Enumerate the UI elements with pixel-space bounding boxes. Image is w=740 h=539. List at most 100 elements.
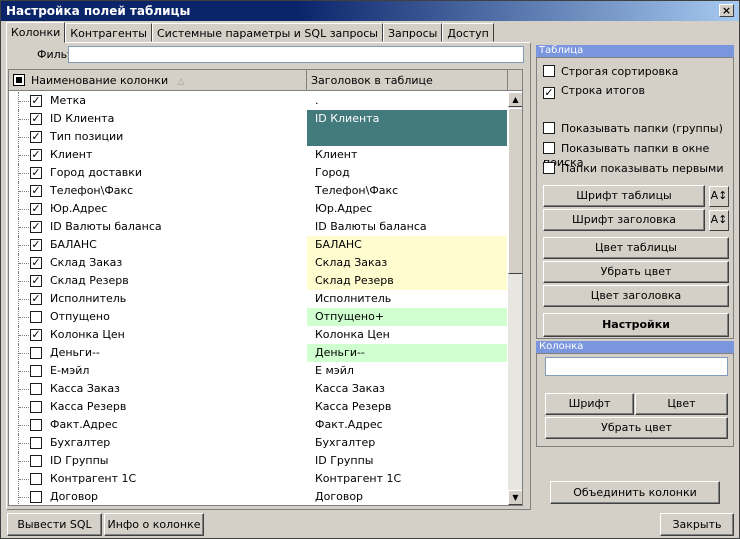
column-name-field[interactable] [545, 357, 728, 376]
table-row[interactable]: ✓ ID Валюты баланса ID Валюты баланса [9, 218, 507, 236]
row-checkbox[interactable] [30, 419, 42, 431]
table-row[interactable]: Бухгалтер Бухгалтер [9, 434, 507, 452]
column-header-caption[interactable]: ID Группы [307, 452, 507, 470]
merge-columns-button[interactable]: Объединить колонки [550, 481, 720, 504]
row-checkbox[interactable]: ✓ [30, 221, 42, 233]
row-checkbox[interactable] [30, 401, 42, 413]
table-color-button[interactable]: Цвет таблицы [543, 237, 729, 259]
table-row[interactable]: Касса Резерв Касса Резерв [9, 398, 507, 416]
row-checkbox[interactable] [30, 491, 42, 503]
column-info-button[interactable]: Инфо о колонке [104, 513, 204, 536]
table-row[interactable]: Факт.Адрес Факт.Адрес [9, 416, 507, 434]
scroll-thumb[interactable] [508, 108, 522, 274]
column-header-caption[interactable]: . [307, 92, 507, 110]
table-row[interactable]: ✓ Юр.Адрес Юр.Адрес [9, 200, 507, 218]
row-checkbox[interactable]: ✓ [30, 95, 42, 107]
table-row[interactable]: Отпущено Отпущено+ [9, 308, 507, 326]
column-header-caption[interactable]: Склад Заказ [307, 254, 507, 272]
table-header-header[interactable]: Заголовок в таблице [307, 70, 508, 91]
column-header-caption[interactable]: Факт.Адрес [307, 416, 507, 434]
column-header-caption[interactable]: Деньги-- [307, 344, 507, 362]
option-show-folders[interactable]: Показывать папки (группы) [543, 122, 723, 136]
tab-counterparties[interactable]: Контрагенты [65, 23, 152, 42]
remove-color-button[interactable]: Убрать цвет [543, 261, 729, 283]
strict-sort-checkbox[interactable] [543, 65, 555, 77]
row-checkbox[interactable]: ✓ [30, 113, 42, 125]
table-row[interactable]: Договор Договор [9, 488, 507, 505]
grid-scrollbar[interactable]: ▲ ▼ [508, 92, 522, 505]
row-checkbox[interactable]: ✓ [30, 239, 42, 251]
column-header-caption[interactable]: Клиент [307, 146, 507, 164]
row-checkbox[interactable] [30, 311, 42, 323]
row-checkbox[interactable]: ✓ [30, 257, 42, 269]
scroll-down-icon[interactable]: ▼ [508, 490, 522, 505]
close-button[interactable]: Закрыть [660, 513, 734, 536]
column-header-caption[interactable]: Договор [307, 488, 507, 505]
show-sql-button[interactable]: Вывести SQL [7, 513, 102, 536]
tab-system-sql[interactable]: Системные параметры и SQL запросы [152, 23, 383, 42]
table-row[interactable]: ✓ Исполнитель Исполнитель [9, 290, 507, 308]
row-checkbox[interactable]: ✓ [30, 185, 42, 197]
table-row[interactable]: Деньги-- Деньги-- [9, 344, 507, 362]
column-header-caption[interactable]: БАЛАНС [307, 236, 507, 254]
column-header-caption[interactable]: Контрагент 1С [307, 470, 507, 488]
show-folders-checkbox[interactable] [543, 122, 555, 134]
column-header-caption[interactable]: Колонка Цен [307, 326, 507, 344]
folders-in-search-checkbox[interactable] [543, 142, 555, 154]
column-name-header[interactable]: Наименование колонки △ [9, 70, 307, 91]
tab-columns[interactable]: Колонки [6, 22, 66, 43]
table-row[interactable]: ✓ Тип позиции [9, 128, 507, 146]
row-checkbox[interactable]: ✓ [30, 131, 42, 143]
row-checkbox[interactable] [30, 383, 42, 395]
column-header-caption[interactable]: ID Валюты баланса [307, 218, 507, 236]
column-header-caption[interactable]: Склад Резерв [307, 272, 507, 290]
settings-button[interactable]: Настройки [543, 313, 729, 337]
column-header-caption[interactable]: Юр.Адрес [307, 200, 507, 218]
table-row[interactable]: ✓ Метка. [9, 92, 507, 110]
header-font-size-icon[interactable]: A↕ [709, 210, 729, 231]
table-row[interactable]: ✓ Клиент Клиент [9, 146, 507, 164]
font-table-button[interactable]: Шрифт таблицы [543, 185, 705, 207]
table-row[interactable]: ✓ Город доставки Город [9, 164, 507, 182]
row-checkbox[interactable] [30, 473, 42, 485]
close-icon[interactable]: × [719, 4, 734, 17]
column-header-caption[interactable]: Касса Резерв [307, 398, 507, 416]
scroll-up-icon[interactable]: ▲ [508, 92, 522, 107]
table-row[interactable]: ✓ Колонка Цен Колонка Цен [9, 326, 507, 344]
column-header-caption[interactable]: Бухгалтер [307, 434, 507, 452]
row-checkbox[interactable]: ✓ [30, 167, 42, 179]
row-checkbox[interactable]: ✓ [30, 203, 42, 215]
column-header-caption[interactable]: Исполнитель [307, 290, 507, 308]
column-font-button[interactable]: Шрифт [545, 393, 634, 415]
option-folders-in-search[interactable]: Показывать папки в окне поиска [543, 142, 739, 169]
column-header-caption[interactable]: Касса Заказ [307, 380, 507, 398]
tab-access[interactable]: Доступ [442, 23, 494, 42]
row-checkbox[interactable]: ✓ [30, 275, 42, 287]
row-checkbox[interactable] [30, 365, 42, 377]
table-row[interactable]: ID Группы ID Группы [9, 452, 507, 470]
table-row[interactable]: ✓ БАЛАНС БАЛАНС [9, 236, 507, 254]
table-row[interactable]: ✓ ID Клиента ID Клиента [9, 110, 507, 146]
row-checkbox[interactable]: ✓ [30, 329, 42, 341]
option-folders-first[interactable]: Папки показывать первыми [543, 162, 724, 176]
totals-row-checkbox[interactable]: ✓ [543, 87, 555, 99]
row-checkbox[interactable] [30, 347, 42, 359]
column-remove-color-button[interactable]: Убрать цвет [545, 417, 728, 439]
folders-first-checkbox[interactable] [543, 162, 555, 174]
font-size-icon[interactable]: A↕ [709, 186, 729, 207]
row-checkbox[interactable] [30, 455, 42, 467]
header-color-button[interactable]: Цвет заголовка [543, 285, 729, 307]
column-header-caption[interactable]: Телефон\Факс [307, 182, 507, 200]
column-header-caption[interactable]: Город [307, 164, 507, 182]
column-color-button[interactable]: Цвет [635, 393, 728, 415]
column-header-caption[interactable]: E мэйл [307, 362, 507, 380]
table-row[interactable]: ✓ Склад Заказ Склад Заказ [9, 254, 507, 272]
font-header-button[interactable]: Шрифт заголовка [543, 209, 705, 231]
table-row[interactable]: E-мэйл E мэйл [9, 362, 507, 380]
row-checkbox[interactable] [30, 437, 42, 449]
column-header-caption[interactable]: Отпущено+ [307, 308, 507, 326]
table-row[interactable]: ✓ Телефон\Факс Телефон\Факс [9, 182, 507, 200]
tab-queries[interactable]: Запросы [382, 23, 443, 42]
select-all-checkbox[interactable] [13, 74, 25, 86]
table-row[interactable]: Касса Заказ Касса Заказ [9, 380, 507, 398]
